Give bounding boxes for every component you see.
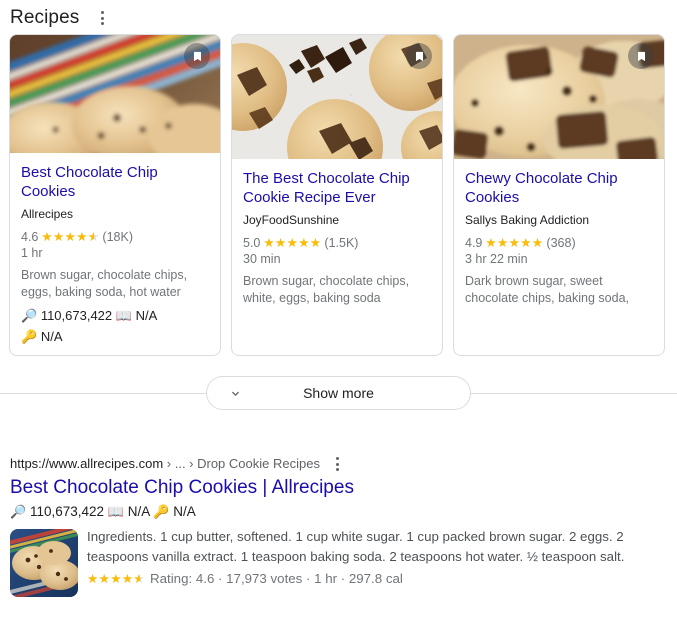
recipe-source: Sallys Baking Addiction bbox=[465, 213, 590, 227]
page-title: Recipes bbox=[10, 7, 80, 28]
search-volume-icon: 🔎 bbox=[10, 504, 27, 519]
result-url-base: https://www.allrecipes.com bbox=[10, 456, 164, 471]
recipe-card-body: The Best Chocolate Chip Cookie Recipe Ev… bbox=[232, 159, 442, 355]
recipe-ingredients: Brown sugar, chocolate chips, eggs, baki… bbox=[21, 268, 188, 299]
card-metrics-row-1: 🔎 110,673,422 📖 N/A bbox=[21, 305, 209, 326]
key-value: N/A bbox=[173, 504, 196, 519]
star-rating: ★★★★★ ★★★★★ bbox=[485, 235, 544, 250]
recipe-time: 1 hr bbox=[21, 246, 43, 260]
result-snippet: Ingredients. 1 cup butter, softened. 1 c… bbox=[87, 529, 625, 564]
recipe-card[interactable]: Chewy Chocolate Chip Cookies Sallys Baki… bbox=[453, 34, 665, 356]
recipe-source: Allrecipes bbox=[21, 207, 74, 221]
recipe-title[interactable]: Chewy Chocolate Chip Cookies bbox=[465, 169, 653, 207]
bookmark-icon[interactable] bbox=[406, 43, 432, 69]
snippet-row: Ingredients. 1 cup butter, softened. 1 c… bbox=[10, 527, 667, 597]
kebab-menu-icon[interactable] bbox=[91, 7, 113, 29]
recipe-rating: 4.6 ★★★★★ ★★★★★ (18K) bbox=[21, 229, 209, 245]
recipe-rating: 5.0 ★★★★★ ★★★★★ (1.5K) bbox=[243, 235, 431, 251]
result-rating: ★★★★★ ★★★★★ Rating: 4.6 · 17,973 votes · … bbox=[87, 569, 667, 589]
book-icon: 📖 bbox=[107, 504, 124, 519]
result-url[interactable]: https://www.allrecipes.com › ... › Drop … bbox=[10, 455, 320, 473]
book-icon: 📖 bbox=[115, 308, 132, 323]
recipe-time: 30 min bbox=[243, 252, 281, 266]
recipe-source: JoyFoodSunshine bbox=[243, 213, 340, 227]
rating-count: (1.5K) bbox=[324, 236, 359, 250]
show-more-button[interactable]: Show more bbox=[206, 376, 471, 410]
show-more-section: Show more bbox=[0, 376, 677, 410]
recipe-thumbnail[interactable] bbox=[454, 35, 664, 159]
result-url-crumbs: › ... › Drop Cookie Recipes bbox=[163, 456, 320, 471]
recipe-rating: 4.9 ★★★★★ ★★★★★ (368) bbox=[465, 235, 653, 251]
book-value: N/A bbox=[127, 504, 150, 519]
rating-value: 4.6 bbox=[21, 230, 39, 244]
search-volume-icon: 🔎 bbox=[21, 308, 38, 323]
recipe-card[interactable]: Best Chocolate Chip Cookies Allrecipes 4… bbox=[9, 34, 221, 356]
card-metrics: 🔎 110,673,422 📖 N/A 🔑 N/A bbox=[21, 305, 209, 347]
rating-value: 4.9 bbox=[465, 236, 483, 250]
recipe-card-body: Chewy Chocolate Chip Cookies Sallys Baki… bbox=[454, 159, 664, 355]
recipe-title[interactable]: Best Chocolate Chip Cookies bbox=[21, 163, 209, 201]
search-volume-value: 110,673,422 bbox=[29, 504, 105, 519]
key-icon: 🔑 bbox=[21, 329, 38, 344]
star-rating: ★★★★★ ★★★★★ bbox=[87, 571, 146, 586]
rating-count: (368) bbox=[546, 236, 576, 250]
star-rating: ★★★★★ ★★★★★ bbox=[41, 229, 100, 244]
key-value: N/A bbox=[40, 329, 63, 344]
recipe-title[interactable]: The Best Chocolate Chip Cookie Recipe Ev… bbox=[243, 169, 431, 207]
chevron-down-icon bbox=[229, 387, 242, 400]
result-metrics: 🔎 110,673,422 📖 N/A 🔑 N/A bbox=[10, 502, 667, 522]
recipe-time: 3 hr 22 min bbox=[465, 252, 528, 266]
breadcrumb: https://www.allrecipes.com › ... › Drop … bbox=[10, 455, 667, 473]
recipe-ingredients: Dark brown sugar, sweet chocolate chips,… bbox=[465, 274, 629, 305]
rating-value: 5.0 bbox=[243, 236, 261, 250]
result-title-link[interactable]: Best Chocolate Chip Cookies | Allrecipes bbox=[10, 475, 667, 500]
recipe-ingredients: Brown sugar, chocolate chips, white, egg… bbox=[243, 274, 410, 305]
bookmark-icon[interactable] bbox=[184, 43, 210, 69]
recipe-thumbnail[interactable] bbox=[232, 35, 442, 159]
recipes-module-header: Recipes bbox=[0, 0, 677, 34]
result-thumbnail[interactable] bbox=[10, 529, 78, 597]
recipe-card[interactable]: The Best Chocolate Chip Cookie Recipe Ev… bbox=[231, 34, 443, 356]
star-rating: ★★★★★ ★★★★★ bbox=[263, 235, 322, 250]
card-metrics-row-2: 🔑 N/A bbox=[21, 326, 209, 347]
result-rating-text: Rating: 4.6 · 17,973 votes · 1 hr · 297.… bbox=[150, 571, 403, 586]
recipe-cards-row: Best Chocolate Chip Cookies Allrecipes 4… bbox=[0, 34, 677, 356]
book-value: N/A bbox=[135, 308, 158, 323]
recipe-card-body: Best Chocolate Chip Cookies Allrecipes 4… bbox=[10, 153, 220, 355]
rating-count: (18K) bbox=[102, 230, 133, 244]
key-icon: 🔑 bbox=[153, 504, 170, 519]
show-more-label: Show more bbox=[303, 385, 374, 401]
bookmark-icon[interactable] bbox=[628, 43, 654, 69]
search-result: https://www.allrecipes.com › ... › Drop … bbox=[0, 410, 677, 597]
recipe-thumbnail[interactable] bbox=[10, 35, 220, 153]
search-volume-value: 110,673,422 bbox=[40, 308, 113, 323]
kebab-menu-icon[interactable] bbox=[329, 455, 347, 473]
